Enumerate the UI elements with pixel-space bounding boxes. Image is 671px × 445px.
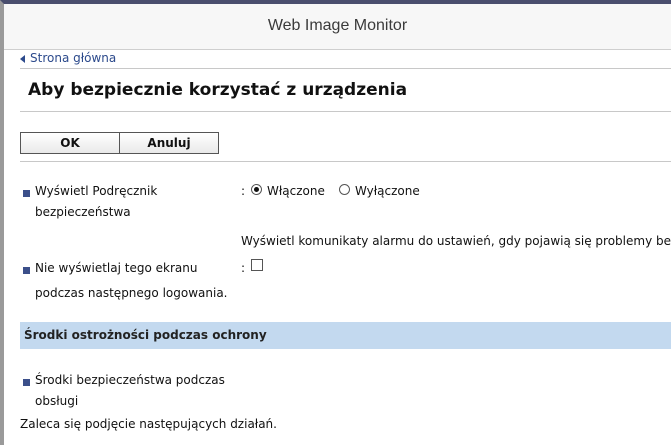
hide-screen-setting-label: Nie wyświetlaj tego ekranu podczas nastę… bbox=[35, 261, 228, 300]
hide-screen-checkbox[interactable] bbox=[251, 259, 263, 271]
guide-colon: : bbox=[241, 184, 246, 198]
page-heading-bar: Aby bezpiecznie korzystać z urządzenia bbox=[20, 68, 671, 112]
action-buttons: OK Anuluj bbox=[20, 132, 219, 154]
section-item-label: Środki bezpieczeństwa podczas obsługi bbox=[35, 373, 225, 408]
bullet-icon bbox=[23, 267, 30, 274]
breadcrumb[interactable]: Strona główna bbox=[20, 49, 116, 67]
breadcrumb-home-link[interactable]: Strona główna bbox=[30, 51, 116, 65]
app-header: Web Image Monitor bbox=[4, 4, 671, 50]
back-arrow-icon bbox=[20, 54, 25, 63]
divider bbox=[20, 161, 671, 162]
app-title: Web Image Monitor bbox=[267, 17, 408, 34]
ok-button[interactable]: OK bbox=[20, 132, 120, 154]
browser-frame: Web Image Monitor Strona główna Aby bezp… bbox=[0, 0, 671, 445]
hide-screen-colon: : bbox=[241, 261, 246, 275]
radio-guide-off[interactable] bbox=[339, 184, 350, 195]
radio-guide-on-label[interactable]: Włączone bbox=[267, 181, 325, 202]
page-title: Aby bezpiecznie korzystać z urządzenia bbox=[28, 80, 408, 100]
radio-guide-off-label[interactable]: Wyłączone bbox=[355, 181, 420, 202]
bullet-icon bbox=[23, 379, 30, 386]
radio-guide-on[interactable] bbox=[251, 184, 262, 195]
section-header: Środki ostrożności podczas ochrony bbox=[20, 322, 671, 349]
guide-description: Wyświetl komunikaty alarmu do ustawień, … bbox=[241, 234, 671, 248]
bullet-icon bbox=[23, 190, 30, 197]
guide-setting-label: Wyświetl Podręcznik bezpieczeństwa bbox=[35, 184, 158, 219]
section-note: Zaleca się podjęcie następujących działa… bbox=[20, 417, 277, 431]
section-title: Środki ostrożności podczas ochrony bbox=[24, 328, 267, 342]
cancel-button[interactable]: Anuluj bbox=[119, 132, 219, 154]
